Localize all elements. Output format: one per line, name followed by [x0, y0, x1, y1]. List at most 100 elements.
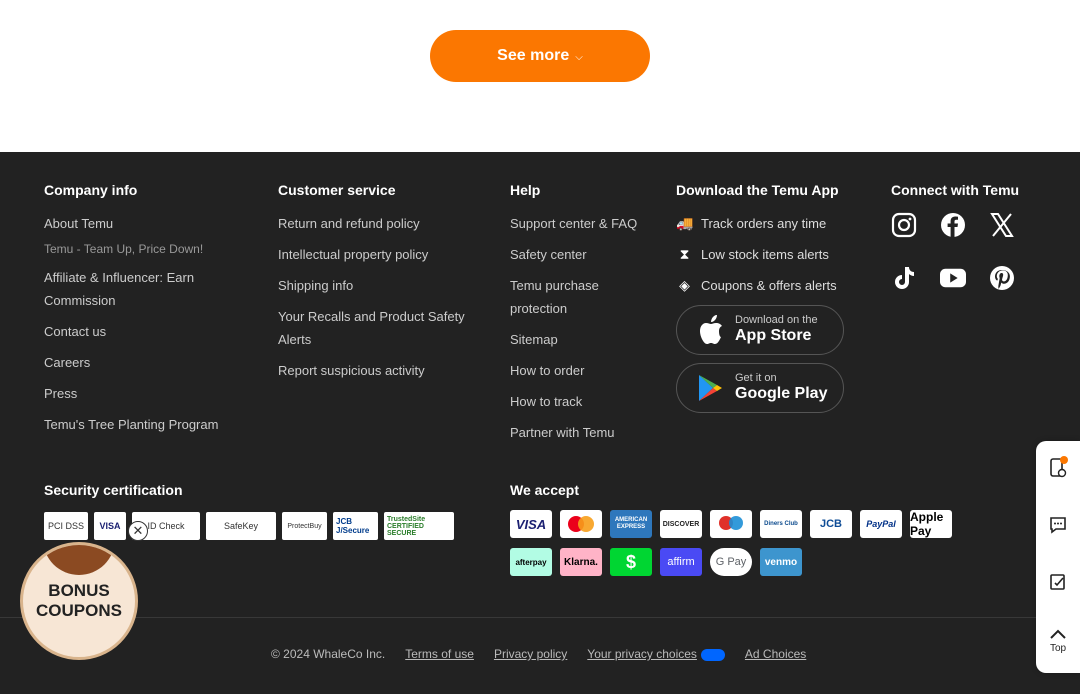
- pay-jcb: JCB: [810, 510, 852, 538]
- footer-link-how-order[interactable]: How to order: [510, 359, 650, 382]
- footer-link-tree-planting[interactable]: Temu's Tree Planting Program: [44, 413, 244, 436]
- facebook-icon[interactable]: [940, 212, 966, 238]
- google-play-icon: [697, 373, 725, 403]
- customer-service-title: Customer service: [278, 182, 396, 198]
- pay-applepay: Apple Pay: [910, 510, 952, 538]
- footer-link-support[interactable]: Support center & FAQ: [510, 212, 650, 235]
- apple-icon: [697, 315, 725, 345]
- connect-title: Connect with Temu: [891, 182, 1020, 198]
- download-app-title: Download the Temu App: [676, 182, 839, 198]
- pay-klarna: Klarna.: [560, 548, 602, 576]
- sidebar-feedback[interactable]: [1036, 555, 1080, 612]
- google-play-big: Google Play: [735, 385, 828, 402]
- pay-diners: Diners Club: [760, 510, 802, 538]
- see-more-button[interactable]: See more ⌵: [430, 30, 650, 82]
- footer-link-purchase-protection[interactable]: Temu purchase protection: [510, 274, 650, 320]
- content-area: See more ⌵: [0, 0, 1080, 152]
- footer-link-partner[interactable]: Partner with Temu: [510, 421, 650, 444]
- bonus-line1: BONUS: [48, 581, 110, 600]
- bonus-line2: COUPONS: [36, 601, 122, 620]
- feature-label: Coupons & offers alerts: [701, 278, 837, 293]
- company-tagline: Temu - Team Up, Price Down!: [44, 242, 204, 256]
- footer-link-sitemap[interactable]: Sitemap: [510, 328, 650, 351]
- we-accept-title: We accept: [510, 482, 579, 498]
- connect-column: Connect with Temu: [891, 182, 1041, 291]
- google-play-button[interactable]: Get it on Google Play: [676, 363, 844, 413]
- customer-service-column: Customer service Return and refund polic…: [278, 182, 478, 390]
- privacy-choices-link[interactable]: Your privacy choices: [587, 647, 697, 661]
- app-store-small: Download on the: [735, 314, 818, 326]
- footer-link-shipping[interactable]: Shipping info: [278, 274, 478, 297]
- ad-choices-link[interactable]: Ad Choices: [745, 647, 806, 661]
- feature-track: 🚚 Track orders any time: [676, 212, 856, 235]
- badge-safekey: SafeKey: [206, 512, 276, 540]
- youtube-icon[interactable]: [940, 265, 966, 291]
- payment-methods: VISA AMERICAN EXPRESS DISCOVER Diners Cl…: [510, 510, 952, 576]
- app-store-big: App Store: [735, 327, 812, 344]
- footer-link-how-track[interactable]: How to track: [510, 390, 650, 413]
- footer-link-affiliate[interactable]: Affiliate & Influencer: Earn Commission: [44, 266, 244, 312]
- feature-label: Track orders any time: [701, 216, 827, 231]
- notification-dot: [1060, 456, 1068, 464]
- company-info-title: Company info: [44, 182, 138, 198]
- bonus-coupons-label: BONUS COUPONS: [36, 581, 122, 621]
- footer-link-report[interactable]: Report suspicious activity: [278, 359, 478, 382]
- footer-link-press[interactable]: Press: [44, 382, 244, 405]
- company-info-column: Company info About Temu Temu - Team Up, …: [44, 182, 244, 444]
- tiktok-icon[interactable]: [891, 265, 917, 291]
- pay-mastercard: [560, 510, 602, 538]
- pay-googlepay: G Pay: [710, 548, 752, 576]
- truck-icon: 🚚: [676, 215, 694, 231]
- footer-link-safety[interactable]: Safety center: [510, 243, 650, 266]
- download-app-column: Download the Temu App 🚚 Track orders any …: [676, 182, 856, 413]
- pay-visa: VISA: [510, 510, 552, 538]
- pay-maestro: [710, 510, 752, 538]
- footer-link-ip[interactable]: Intellectual property policy: [278, 243, 478, 266]
- badge-pci: PCI DSS: [44, 512, 88, 540]
- pinterest-icon[interactable]: [989, 265, 1015, 291]
- footer-link-refund[interactable]: Return and refund policy: [278, 212, 478, 235]
- top-label: Top: [1049, 642, 1067, 654]
- pay-discover: DISCOVER: [660, 510, 702, 538]
- privacy-link[interactable]: Privacy policy: [494, 647, 567, 661]
- floating-sidebar: Top: [1036, 441, 1080, 673]
- x-icon[interactable]: [989, 212, 1015, 238]
- footer-link-careers[interactable]: Careers: [44, 351, 244, 374]
- badge-visa: VISA: [94, 512, 126, 540]
- pay-afterpay: afterpay: [510, 548, 552, 576]
- sidebar-app[interactable]: [1036, 441, 1080, 498]
- privacy-toggle-icon: [700, 648, 725, 661]
- badge-protectbuy: ProtectBuy: [282, 512, 327, 540]
- help-column: Help Support center & FAQ Safety center …: [510, 182, 650, 452]
- privacy-choices[interactable]: Your privacy choices: [587, 647, 725, 661]
- feature-label: Low stock items alerts: [701, 247, 829, 262]
- hourglass-icon: ⧗: [679, 246, 690, 262]
- badge-jcb: JCB J/Secure: [333, 512, 378, 540]
- bonus-coupons-widget[interactable]: BONUS COUPONS: [20, 542, 138, 660]
- pay-amex: AMERICAN EXPRESS: [610, 510, 652, 538]
- footer-divider: [0, 617, 1080, 618]
- chat-icon: [1048, 515, 1068, 538]
- pay-paypal: PayPal: [860, 510, 902, 538]
- copyright: © 2024 WhaleCo Inc.: [271, 647, 386, 661]
- footer-link-about[interactable]: About Temu: [44, 212, 244, 235]
- sidebar-chat[interactable]: [1036, 498, 1080, 555]
- instagram-icon[interactable]: [891, 212, 917, 238]
- pay-affirm: affirm: [660, 548, 702, 576]
- edit-icon: [1048, 572, 1068, 595]
- footer-link-recalls[interactable]: Your Recalls and Product Safety Alerts: [278, 305, 478, 351]
- app-store-button[interactable]: Download on the App Store: [676, 305, 844, 355]
- footer-bottom: © 2024 WhaleCo Inc. Terms of use Privacy…: [271, 647, 806, 661]
- help-title: Help: [510, 182, 541, 198]
- badge-trustedsite: TrustedSite CERTIFIED SECURE: [384, 512, 454, 540]
- security-title: Security certification: [44, 482, 183, 498]
- feature-low-stock: ⧗ Low stock items alerts: [676, 243, 856, 266]
- sidebar-top[interactable]: Top: [1036, 612, 1080, 669]
- footer-link-contact[interactable]: Contact us: [44, 320, 244, 343]
- terms-link[interactable]: Terms of use: [405, 647, 474, 661]
- feature-coupons: ◈ Coupons & offers alerts: [676, 274, 856, 297]
- tag-icon: ◈: [679, 277, 690, 293]
- security-badges: PCI DSS VISA ID Check SafeKey ProtectBuy…: [44, 512, 454, 540]
- see-more-label: See more: [497, 47, 570, 64]
- close-icon[interactable]: ✕: [128, 521, 148, 541]
